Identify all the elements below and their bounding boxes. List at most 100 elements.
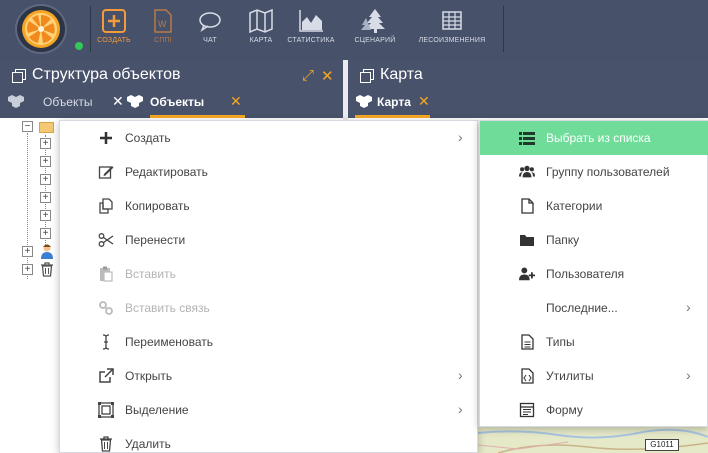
chevron-right-icon: › bbox=[686, 299, 691, 315]
tree-expand-toggle[interactable]: + bbox=[22, 246, 33, 257]
menu-item-move[interactable]: Перенести bbox=[60, 223, 479, 257]
submenu-item-types[interactable]: Типы bbox=[480, 325, 708, 359]
submenu-item-label: Категории bbox=[546, 199, 603, 213]
tree-expand-toggle[interactable]: + bbox=[40, 228, 51, 239]
menu-item-paste-link[interactable]: Вставить связь bbox=[60, 291, 479, 325]
submenu-item-label: Форму bbox=[546, 403, 583, 417]
tree-collapse-toggle[interactable]: − bbox=[22, 121, 33, 132]
link-icon bbox=[99, 301, 113, 315]
submenu-item-user[interactable]: Пользователя bbox=[480, 257, 708, 291]
close-panel-icon[interactable]: ✕ bbox=[321, 67, 334, 85]
area-chart-icon bbox=[299, 10, 323, 32]
trash-icon bbox=[41, 262, 53, 277]
menu-item-copy[interactable]: Копировать bbox=[60, 189, 479, 223]
menu-item-label: Создать bbox=[125, 131, 171, 145]
map-panel-title: Карта bbox=[380, 66, 423, 83]
submenu-item-select-from-list[interactable]: Выбрать из списка bbox=[480, 121, 708, 155]
tree-expand-toggle[interactable]: + bbox=[40, 174, 51, 185]
menu-item-label: Выделение bbox=[125, 403, 189, 417]
folder-icon bbox=[520, 235, 534, 246]
menu-item-edit[interactable]: Редактировать bbox=[60, 155, 479, 189]
menu-item-label: Удалить bbox=[125, 437, 171, 451]
file-code-icon bbox=[521, 368, 534, 384]
window-icon bbox=[12, 69, 26, 83]
menu-item-selection[interactable]: Выделение › bbox=[60, 393, 479, 427]
plus-icon bbox=[100, 132, 112, 144]
tree-expand-toggle[interactable]: + bbox=[40, 156, 51, 167]
map-icon bbox=[249, 8, 273, 34]
submenu-item-label: Пользователя bbox=[546, 267, 625, 281]
tree-expand-toggle[interactable]: + bbox=[40, 192, 51, 203]
menu-item-rename[interactable]: Переименовать bbox=[60, 325, 479, 359]
submenu-item-recent[interactable]: Последние... › bbox=[480, 291, 708, 325]
tree-guide-line bbox=[27, 133, 28, 279]
object-structure-header: Структура объектов ⤢ ✕ Объекты ✕ Объекты… bbox=[0, 60, 343, 118]
submenu-item-label: Типы bbox=[546, 335, 575, 349]
tree-expand-toggle[interactable]: + bbox=[40, 210, 51, 221]
close-tab-icon[interactable]: ✕ bbox=[418, 93, 430, 110]
list-icon bbox=[519, 132, 535, 145]
expand-icon[interactable]: ⤢ bbox=[302, 67, 314, 84]
file-text-icon bbox=[521, 334, 534, 350]
sppi-button[interactable]: W СППI bbox=[146, 8, 180, 52]
close-tab-icon[interactable]: ✕ bbox=[230, 93, 242, 110]
chevron-right-icon: › bbox=[458, 367, 463, 383]
form-icon bbox=[519, 402, 535, 418]
grid-table-icon bbox=[442, 11, 462, 30]
users-icon bbox=[519, 165, 535, 178]
cubes-icon bbox=[127, 95, 143, 108]
create-submenu: Выбрать из списка Группу пользователей К… bbox=[479, 120, 708, 427]
file-icon bbox=[521, 198, 534, 214]
submenu-item-categories[interactable]: Категории bbox=[480, 189, 708, 223]
submenu-item-label: Выбрать из списка bbox=[546, 131, 651, 145]
submenu-item-label: Папку bbox=[546, 233, 580, 247]
paste-icon bbox=[100, 266, 113, 282]
trees-icon bbox=[361, 9, 385, 33]
tree-expand-toggle[interactable]: + bbox=[40, 138, 51, 149]
orange-slice-icon bbox=[22, 10, 60, 48]
cubes-icon bbox=[8, 95, 24, 108]
statistics-button-label: СТАТИСТИКА bbox=[287, 37, 335, 44]
sppi-button-label: СППI bbox=[154, 37, 172, 44]
top-toolbar: СОЗДАТЬ W СППI ЧАТ КАРТА СТАТИСТИКА СЦЕН… bbox=[0, 0, 708, 60]
app-logo[interactable] bbox=[15, 4, 67, 54]
menu-item-open[interactable]: Открыть › bbox=[60, 359, 479, 393]
scissors-icon bbox=[98, 233, 114, 247]
folder-icon bbox=[39, 122, 54, 133]
road-label: G1011 bbox=[645, 439, 679, 451]
menu-item-delete[interactable]: Удалить bbox=[60, 427, 479, 453]
chat-button[interactable]: ЧАТ bbox=[196, 8, 224, 52]
scenario-button[interactable]: СЦЕНАРИЙ bbox=[350, 8, 400, 52]
forest-changes-button[interactable]: ЛЕСОИЗМЕНЕНИЯ bbox=[414, 8, 490, 52]
submenu-item-label: Группу пользователей bbox=[546, 165, 670, 179]
menu-item-label: Копировать bbox=[125, 199, 190, 213]
text-cursor-icon bbox=[102, 334, 110, 350]
submenu-item-label: Утилиты bbox=[546, 369, 594, 383]
statistics-button[interactable]: СТАТИСТИКА bbox=[284, 8, 338, 52]
map-button[interactable]: КАРТА bbox=[244, 8, 278, 52]
close-tab-icon[interactable]: ✕ bbox=[112, 93, 124, 110]
toolbar-divider bbox=[90, 6, 91, 52]
scenario-button-label: СЦЕНАРИЙ bbox=[354, 37, 396, 44]
user-icon bbox=[41, 244, 53, 259]
create-button-label: СОЗДАТЬ bbox=[97, 37, 131, 44]
tree-expand-toggle[interactable]: + bbox=[22, 264, 33, 275]
chevron-right-icon: › bbox=[458, 129, 463, 145]
chevron-right-icon: › bbox=[686, 367, 691, 383]
tab-objects-1[interactable]: Объекты bbox=[43, 95, 93, 119]
create-button[interactable]: СОЗДАТЬ bbox=[94, 8, 134, 52]
submenu-item-folder[interactable]: Папку bbox=[480, 223, 708, 257]
menu-item-label: Перенести bbox=[125, 233, 186, 247]
copy-icon bbox=[99, 198, 113, 214]
edit-icon bbox=[98, 166, 114, 179]
submenu-item-utilities[interactable]: Утилиты › bbox=[480, 359, 708, 393]
forest-changes-button-label: ЛЕСОИЗМЕНЕНИЯ bbox=[418, 37, 486, 44]
context-menu: Создать › Редактировать Копировать Перен… bbox=[59, 120, 478, 453]
menu-item-create[interactable]: Создать › bbox=[60, 121, 479, 155]
submenu-item-user-group[interactable]: Группу пользователей bbox=[480, 155, 708, 189]
menu-item-paste[interactable]: Вставить bbox=[60, 257, 479, 291]
document-w-icon: W bbox=[154, 9, 172, 33]
user-plus-icon bbox=[519, 267, 535, 281]
submenu-item-form[interactable]: Форму bbox=[480, 393, 708, 427]
select-icon bbox=[98, 402, 114, 418]
